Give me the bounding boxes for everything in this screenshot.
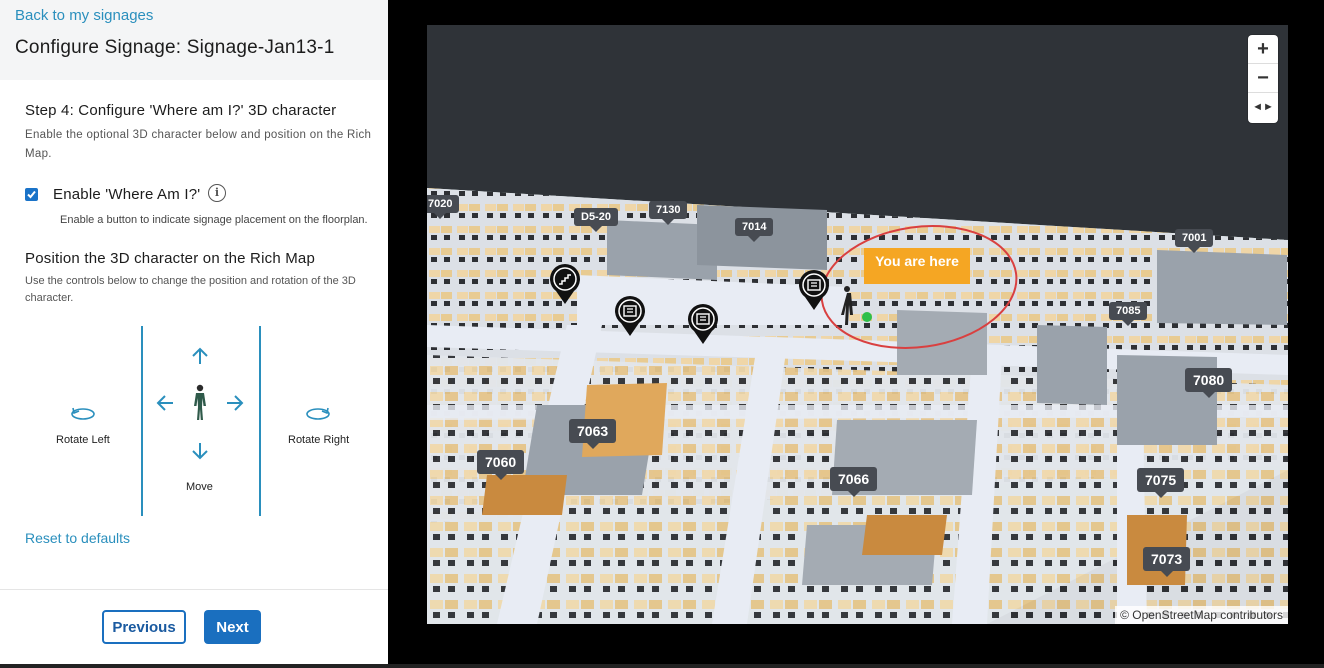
zoom-in-button[interactable]: +: [1248, 35, 1278, 64]
room-label[interactable]: 7063: [569, 419, 617, 449]
room-label[interactable]: 7073: [1143, 547, 1191, 577]
room-label[interactable]: 7060: [477, 450, 525, 480]
room-label[interactable]: 7020: [427, 195, 460, 219]
stairs-pin-icon[interactable]: [548, 263, 582, 305]
zoom-controls: + − ◄►: [1248, 35, 1278, 123]
step-title: Step 4: Configure 'Where am I?' 3D chara…: [25, 102, 337, 119]
floorplan: [427, 188, 1288, 624]
info-board-pin-icon[interactable]: [797, 269, 831, 311]
config-panel: Back to my signages Configure Signage: S…: [0, 0, 388, 664]
enable-checkbox-label[interactable]: Enable 'Where Am I?': [53, 186, 200, 203]
reset-defaults-link[interactable]: Reset to defaults: [25, 530, 130, 546]
footer-divider: [0, 589, 388, 590]
page-title: Configure Signage: Signage-Jan13-1: [15, 37, 335, 58]
arrow-up-icon[interactable]: [190, 346, 210, 366]
move-label: Move: [186, 481, 213, 493]
arrow-right-icon[interactable]: [225, 393, 245, 413]
enable-help-text: Enable a button to indicate signage plac…: [60, 214, 368, 226]
panel-header: Back to my signages Configure Signage: S…: [0, 0, 388, 80]
rotate-left-icon[interactable]: [70, 404, 96, 422]
divider: [141, 326, 143, 516]
app: Back to my signages Configure Signage: S…: [0, 0, 1324, 668]
step-description: Enable the optional 3D character below a…: [25, 129, 372, 160]
check-icon: [27, 190, 36, 199]
next-button[interactable]: Next: [204, 610, 261, 644]
room-label[interactable]: D5-20: [574, 208, 618, 232]
info-icon[interactable]: i: [208, 184, 226, 202]
back-link[interactable]: Back to my signages: [15, 7, 153, 24]
arrow-left-icon[interactable]: [155, 393, 175, 413]
position-title: Position the 3D character on the Rich Ma…: [25, 250, 316, 267]
room-label[interactable]: 7075: [1137, 468, 1185, 498]
previous-button[interactable]: Previous: [102, 610, 186, 644]
character-icon: [194, 384, 206, 420]
room-label[interactable]: 7085: [1109, 302, 1148, 326]
bottom-strip: [0, 664, 1324, 668]
zoom-out-button[interactable]: −: [1248, 64, 1278, 93]
room-label[interactable]: 7001: [1175, 229, 1214, 253]
you-are-here-label: You are here: [864, 248, 970, 284]
room-label[interactable]: 7014: [735, 218, 774, 242]
rotate-left-label: Rotate Left: [56, 434, 110, 446]
arrow-down-icon[interactable]: [190, 441, 210, 461]
room-label[interactable]: 7066: [830, 467, 878, 497]
position-description: Use the controls below to change the pos…: [25, 275, 356, 304]
rich-map[interactable]: 7020 D5-20 7130 7014 7001 7085 7080 7063…: [427, 25, 1288, 624]
map-attribution[interactable]: © OpenStreetMap contributors: [1115, 606, 1288, 624]
room-label[interactable]: 7080: [1185, 368, 1233, 398]
info-board-pin-icon[interactable]: [613, 295, 647, 337]
divider: [259, 326, 261, 516]
rotate-right-label: Rotate Right: [288, 434, 350, 446]
room-label[interactable]: 7130: [649, 201, 688, 225]
compass-button[interactable]: ◄►: [1248, 93, 1278, 122]
enable-checkbox[interactable]: [25, 188, 38, 201]
info-board-pin-icon[interactable]: [686, 303, 720, 345]
rotate-right-icon[interactable]: [305, 404, 331, 422]
